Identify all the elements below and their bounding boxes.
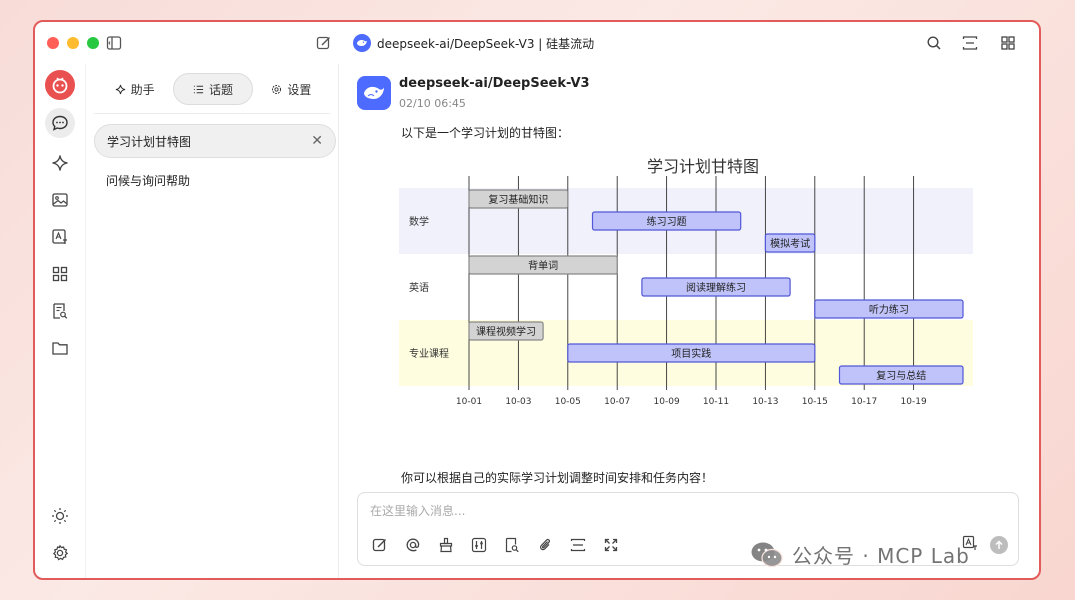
- message-intro-text: 以下是一个学习计划的甘特图：: [401, 126, 570, 140]
- window-title: deepseek-ai/DeepSeek-V3 | 硅基流动: [353, 34, 594, 52]
- panel-tabs: 助手 话题 设置: [96, 72, 330, 106]
- chat-area: deepseek-ai/DeepSeek-V3 02/10 06:45 以下是一…: [339, 64, 1039, 578]
- x-tick-label: 10-01: [456, 397, 482, 407]
- model-settings-icon[interactable]: [469, 535, 489, 555]
- mention-at-icon[interactable]: [403, 535, 423, 555]
- gantt-bar-label: 背单词: [528, 259, 558, 272]
- message-outro-text: 你可以根据自己的实际学习计划调整时间安排和任务内容！: [401, 471, 714, 485]
- sparkle-icon[interactable]: [49, 152, 71, 174]
- chat-icon[interactable]: [45, 108, 75, 138]
- list-icon: [193, 85, 204, 93]
- translate-icon[interactable]: [49, 226, 71, 248]
- gantt-chart: 学习计划甘特图数学英语专业课程 复习基础知识练习习题模拟考试背单词阅读理解练习听力…: [389, 152, 989, 422]
- nav-rail: [35, 64, 85, 578]
- knowledge-search-icon[interactable]: [49, 300, 71, 322]
- clear-brush-icon[interactable]: [436, 535, 456, 555]
- title-bar: deepseek-ai/DeepSeek-V3 | 硅基流动: [35, 22, 1039, 64]
- gantt-bar-label: 听力练习: [869, 303, 909, 316]
- gantt-bar-label: 复习基础知识: [488, 193, 548, 206]
- sidebar-toggle-icon[interactable]: [105, 34, 123, 52]
- attachment-paperclip-icon[interactable]: [535, 535, 555, 555]
- gantt-bar-label: 阅读理解练习: [686, 281, 746, 294]
- watermark: 公众号 · MCP Lab: [750, 540, 970, 569]
- model-avatar: [357, 76, 391, 110]
- section-label: 英语: [409, 281, 429, 294]
- x-tick-label: 10-09: [654, 397, 680, 407]
- section-label: 数学: [409, 215, 429, 228]
- window-title-text: deepseek-ai/DeepSeek-V3 | 硅基流动: [377, 36, 595, 51]
- new-topic-icon[interactable]: [370, 535, 390, 555]
- deepseek-whale-icon: [364, 86, 384, 99]
- gantt-bar-label: 项目实践: [671, 347, 711, 360]
- minimize-window-button[interactable]: [67, 37, 79, 49]
- send-button[interactable]: [990, 536, 1008, 554]
- tab-topics[interactable]: 话题: [173, 73, 253, 105]
- gear-small-icon: [272, 84, 282, 94]
- apps-icon[interactable]: [49, 263, 71, 285]
- context-divider-icon[interactable]: [568, 535, 588, 555]
- tab-topics-label: 话题: [208, 82, 233, 97]
- gantt-chart-svg: 学习计划甘特图数学英语专业课程 复习基础知识练习习题模拟考试背单词阅读理解练习听力…: [399, 157, 973, 407]
- topic-item-label: 学习计划甘特图: [107, 134, 192, 149]
- message-input[interactable]: [370, 501, 970, 521]
- close-topic-icon[interactable]: ✕: [311, 134, 323, 148]
- x-tick-label: 10-17: [851, 397, 877, 407]
- window-controls: [47, 37, 99, 49]
- panel-divider: [94, 113, 330, 114]
- topics-panel: 助手 话题 设置 学习计划甘特图 ✕ 问候与询问帮助: [85, 64, 339, 578]
- gantt-bar-label: 模拟考试: [770, 237, 810, 250]
- maximize-window-button[interactable]: [87, 37, 99, 49]
- x-tick-label: 10-13: [752, 397, 778, 407]
- close-window-button[interactable]: [47, 37, 59, 49]
- model-name: deepseek-ai/DeepSeek-V3: [399, 76, 590, 91]
- knowledge-base-icon[interactable]: [502, 535, 522, 555]
- x-tick-label: 10-07: [604, 397, 630, 407]
- tab-assistant-label: 助手: [130, 82, 155, 97]
- fullscreen-expand-icon[interactable]: [601, 535, 621, 555]
- chart-title: 学习计划甘特图: [647, 157, 759, 176]
- expand-width-icon[interactable]: [961, 34, 979, 52]
- new-topic-icon[interactable]: [315, 34, 333, 52]
- x-tick-label: 10-05: [555, 397, 581, 407]
- gantt-bar-label: 课程视频学习: [476, 325, 536, 338]
- tab-assistant[interactable]: 助手: [96, 73, 173, 105]
- composer-toolbar: [370, 535, 621, 555]
- app-window: deepseek-ai/DeepSeek-V3 | 硅基流动 助手 话题 设置 …: [33, 20, 1041, 580]
- x-tick-label: 10-19: [901, 397, 927, 407]
- watermark-text: 公众号 · MCP Lab: [792, 544, 970, 568]
- search-icon[interactable]: [925, 34, 943, 52]
- layout-grid-icon[interactable]: [999, 34, 1017, 52]
- arrow-up-icon: [995, 540, 1003, 549]
- topic-item[interactable]: 问候与询问帮助: [106, 172, 190, 189]
- gantt-bar-label: 练习习题: [647, 215, 687, 228]
- wechat-logo-icon: [751, 542, 783, 567]
- deepseek-logo-icon: [353, 34, 371, 52]
- section-label: 专业课程: [409, 347, 449, 360]
- message-timestamp: 02/10 06:45: [399, 97, 466, 110]
- theme-sun-icon[interactable]: [49, 505, 71, 527]
- image-icon[interactable]: [49, 189, 71, 211]
- x-tick-label: 10-15: [802, 397, 828, 407]
- x-tick-label: 10-11: [703, 397, 729, 407]
- x-tick-label: 10-03: [505, 397, 531, 407]
- settings-gear-icon[interactable]: [49, 542, 71, 564]
- topic-item-active[interactable]: 学习计划甘特图 ✕: [94, 124, 336, 158]
- app-logo-icon[interactable]: [45, 70, 75, 100]
- topic-item-label: 问候与询问帮助: [106, 174, 191, 188]
- sparkle-small-icon: [115, 84, 125, 94]
- tab-settings-label: 设置: [287, 82, 312, 97]
- tab-settings[interactable]: 设置: [253, 73, 330, 105]
- folder-icon[interactable]: [49, 337, 71, 359]
- gantt-bar-label: 复习与总结: [876, 369, 926, 382]
